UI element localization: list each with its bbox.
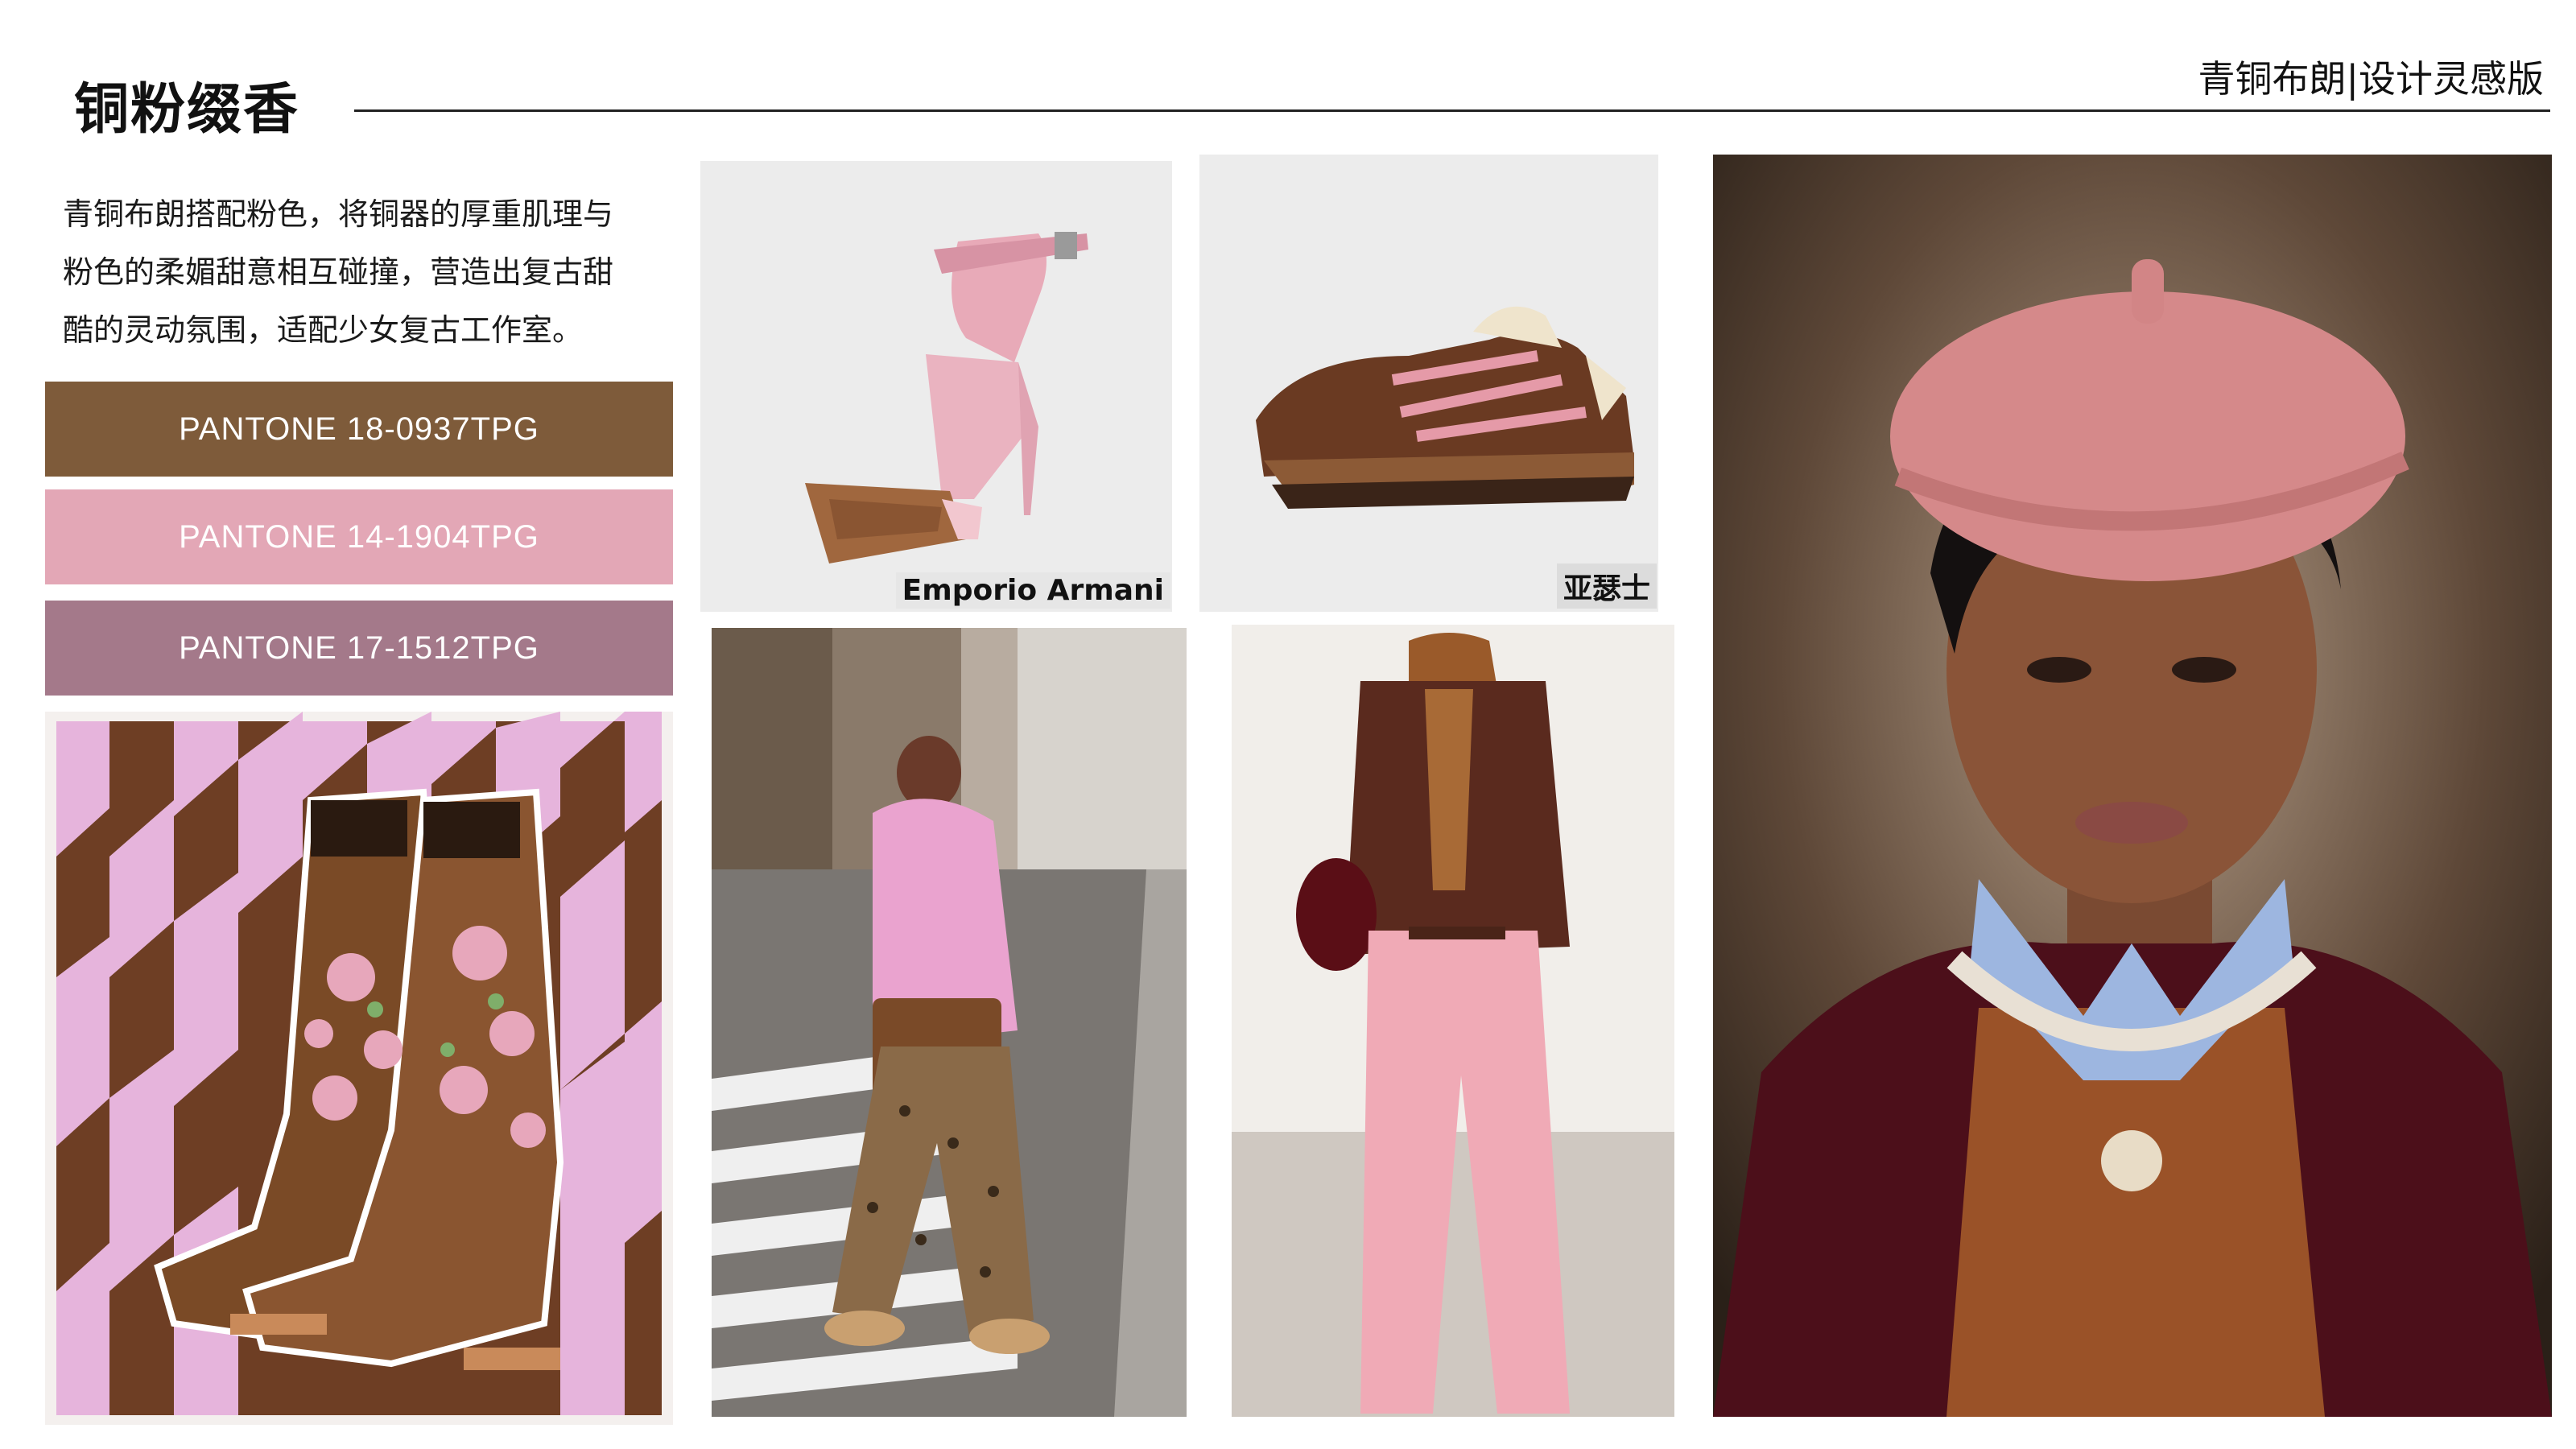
pantone-swatch-brown: PANTONE 18-0937TPG: [45, 382, 673, 477]
page-title: 铜粉缀香: [74, 78, 300, 142]
description-line: 粉色的柔媚甜意相互碰撞，营造出复古甜: [63, 254, 614, 290]
beret-portrait-photo: [1713, 155, 2552, 1417]
pantone-label: PANTONE 17-1512TPG: [179, 630, 539, 666]
cowboy-boots-photo: [45, 712, 673, 1425]
sneaker-caption: 亚瑟士: [1556, 564, 1657, 609]
blazer-trousers-photo: [1232, 625, 1674, 1417]
header-divider: [354, 109, 2550, 112]
street-style-photo: [712, 628, 1187, 1417]
sneaker-photo: 亚瑟士: [1199, 155, 1658, 612]
brand-label: 青铜布朗|设计灵感版: [2198, 57, 2545, 101]
pantone-swatch-pink: PANTONE 14-1904TPG: [45, 489, 673, 584]
description-line: 青铜布朗搭配粉色，将铜器的厚重肌理与: [63, 196, 614, 232]
pantone-label: PANTONE 14-1904TPG: [179, 518, 539, 555]
description-line: 酷的灵动氛围，适配少女复古工作室。: [63, 312, 584, 348]
description: 青铜布朗搭配粉色，将铜器的厚重肌理与 粉色的柔媚甜意相互碰撞，营造出复古甜 酷的…: [63, 185, 675, 359]
pantone-swatch-mauve: PANTONE 17-1512TPG: [45, 601, 673, 696]
pantone-label: PANTONE 18-0937TPG: [179, 411, 539, 447]
sandal-caption: Emporio Armani: [895, 572, 1170, 609]
pink-sandal-photo: Emporio Armani: [700, 161, 1172, 612]
